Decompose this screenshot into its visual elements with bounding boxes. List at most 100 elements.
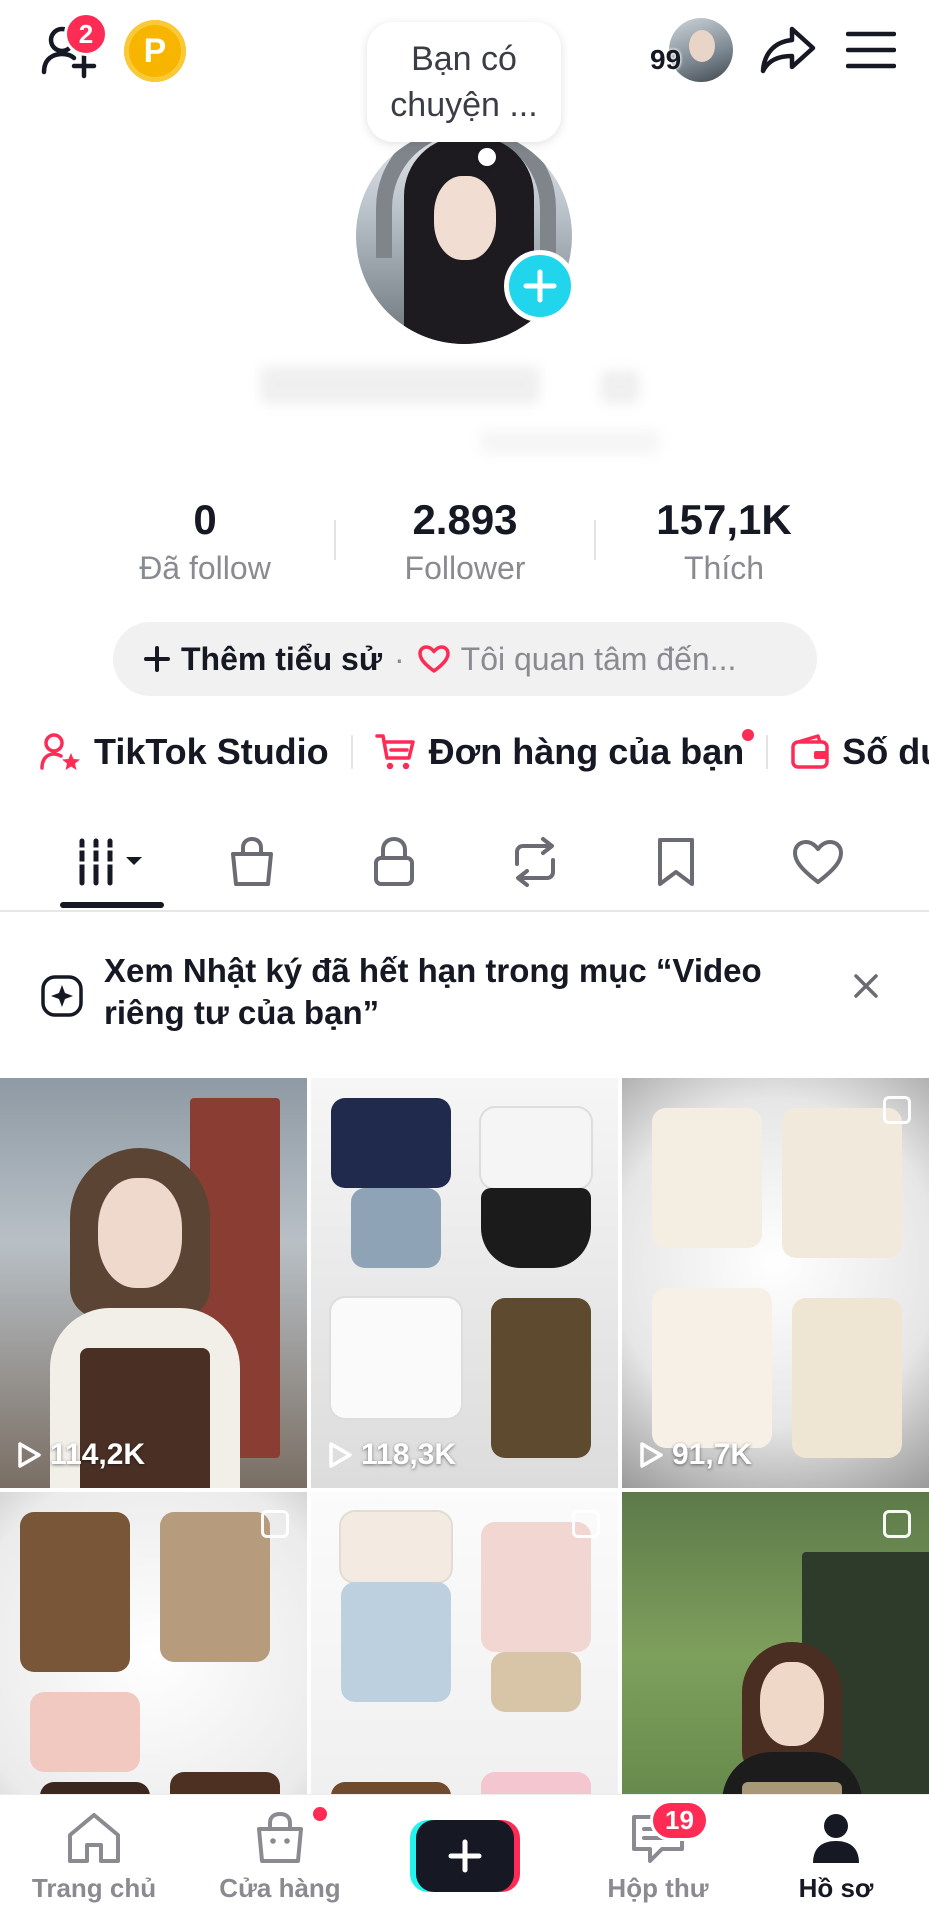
video-thumbnail[interactable]: 91,7K [622,1078,929,1488]
item-shape [481,1522,591,1652]
content-tabs [0,816,929,912]
stat-divider [334,520,336,560]
tab-liked[interactable] [768,832,868,892]
avatar-face [434,176,496,260]
create-button[interactable] [410,1820,520,1892]
stat-value: 2.893 [412,496,518,543]
tab-videos[interactable] [64,832,164,892]
orders-notification-dot [742,729,755,741]
heart-icon [417,645,450,673]
item-shape [341,1512,451,1582]
balance-link[interactable]: Số dư [790,731,929,773]
item-shape [782,1108,902,1258]
nav-inbox-label: Hộp thư [607,1873,709,1903]
interests-button[interactable]: Tôi quan tâm đến... [417,641,736,678]
stat-following[interactable]: 0 Đã follow [105,494,305,588]
note-bubble[interactable]: Bạn có chuyện ... [367,22,561,142]
repost-icon [515,837,555,887]
blurred-block [600,370,640,404]
item-shape [341,1582,451,1702]
bio-separator: · [393,640,405,677]
wallet-icon [791,734,830,769]
quick-links-row: TikTok Studio Đơn hàng của bạn Số dư [40,720,929,784]
add-friends-button[interactable]: 2 [36,12,108,84]
quick-separator [766,735,769,769]
item-shape [20,1512,130,1672]
blurred-block [260,366,540,404]
play-icon [18,1442,41,1468]
item-shape [491,1652,581,1712]
studio-label: TikTok Studio [94,731,329,772]
stat-followers[interactable]: 2.893 Follower [365,494,565,588]
share-icon [760,26,816,74]
inbox-badge: 19 [650,1800,709,1841]
stat-divider [594,520,596,560]
create-button-core [416,1820,514,1892]
tab-reposts[interactable] [485,832,585,892]
item-shape [652,1288,772,1448]
story-count: 99 [650,44,682,75]
bio-pill[interactable]: Thêm tiểu sử · Tôi quan tâm đến... [113,622,817,696]
item-shape [30,1692,140,1772]
item-shape [652,1108,762,1248]
item-shape [331,1098,451,1188]
item-shape [491,1298,591,1458]
header-right-group [669,18,899,82]
bookmark-icon [658,838,694,886]
avatar-face [689,30,715,62]
face-shape [98,1178,182,1288]
multi-photo-icon [883,1510,911,1538]
tiktok-studio-link[interactable]: TikTok Studio [40,731,329,773]
multi-photo-icon [261,1510,289,1538]
plus-icon [523,269,557,303]
shopping-bag-icon [231,836,273,886]
stat-likes[interactable]: 157,1K Thích [624,494,824,588]
nav-shop[interactable]: Cửa hàng [200,1811,360,1904]
sparkle-clip-icon [41,975,83,1017]
orders-link[interactable]: Đơn hàng của bạn [374,729,755,773]
share-button[interactable] [757,19,819,81]
nav-shop-label: Cửa hàng [219,1873,341,1903]
video-thumbnail[interactable]: 118,3K [311,1078,618,1488]
nav-home[interactable]: Trang chủ [14,1811,174,1904]
stat-value: 0 [193,496,217,543]
tab-saved[interactable] [626,832,726,892]
grid-icon [78,838,142,886]
close-icon[interactable] [852,972,880,1000]
profile-icon [813,1814,859,1863]
video-thumbnail[interactable]: 114,2K [0,1078,307,1488]
view-count-label: 91,7K [672,1438,753,1471]
heart-icon [793,840,843,884]
item-shape [481,1188,591,1268]
nav-profile-label: Hồ sơ [798,1873,874,1903]
coin-icon[interactable]: P [124,20,186,82]
tab-private[interactable] [344,832,444,892]
banner-text: Xem Nhật ký đã hết hạn trong mục “Video … [104,952,762,1031]
blurred-block [480,430,660,454]
view-count-label: 114,2K [50,1438,146,1471]
add-bio-button[interactable]: Thêm tiểu sử [143,641,382,678]
nav-profile[interactable]: Hồ sơ [756,1811,916,1904]
multi-photo-icon [883,1096,911,1124]
view-count: 91,7K [638,1438,752,1472]
note-text: Bạn có chuyện ... [390,40,538,124]
profile-stats: 0 Đã follow 2.893 Follower 157,1K Thích [0,494,929,590]
item-shape [331,1298,461,1418]
item-shape [160,1512,270,1662]
shopping-bag-icon [257,1811,303,1863]
add-story-button[interactable] [504,250,576,322]
view-count: 118,3K [327,1438,456,1472]
menu-button[interactable] [843,22,899,78]
play-icon [640,1442,663,1468]
tab-shop[interactable] [202,832,302,892]
stat-label: Thích [683,550,765,586]
friend-requests-badge: 2 [64,12,108,56]
view-count: 114,2K [16,1438,145,1472]
stat-value: 157,1K [656,496,792,543]
expired-diary-banner[interactable]: Xem Nhật ký đã hết hạn trong mục “Video … [0,920,929,1070]
note-bubble-tail [478,148,496,166]
hamburger-menu-icon [846,31,896,69]
cart-icon [374,734,415,770]
plus-icon [448,1839,482,1873]
coin-label: P [143,31,167,70]
